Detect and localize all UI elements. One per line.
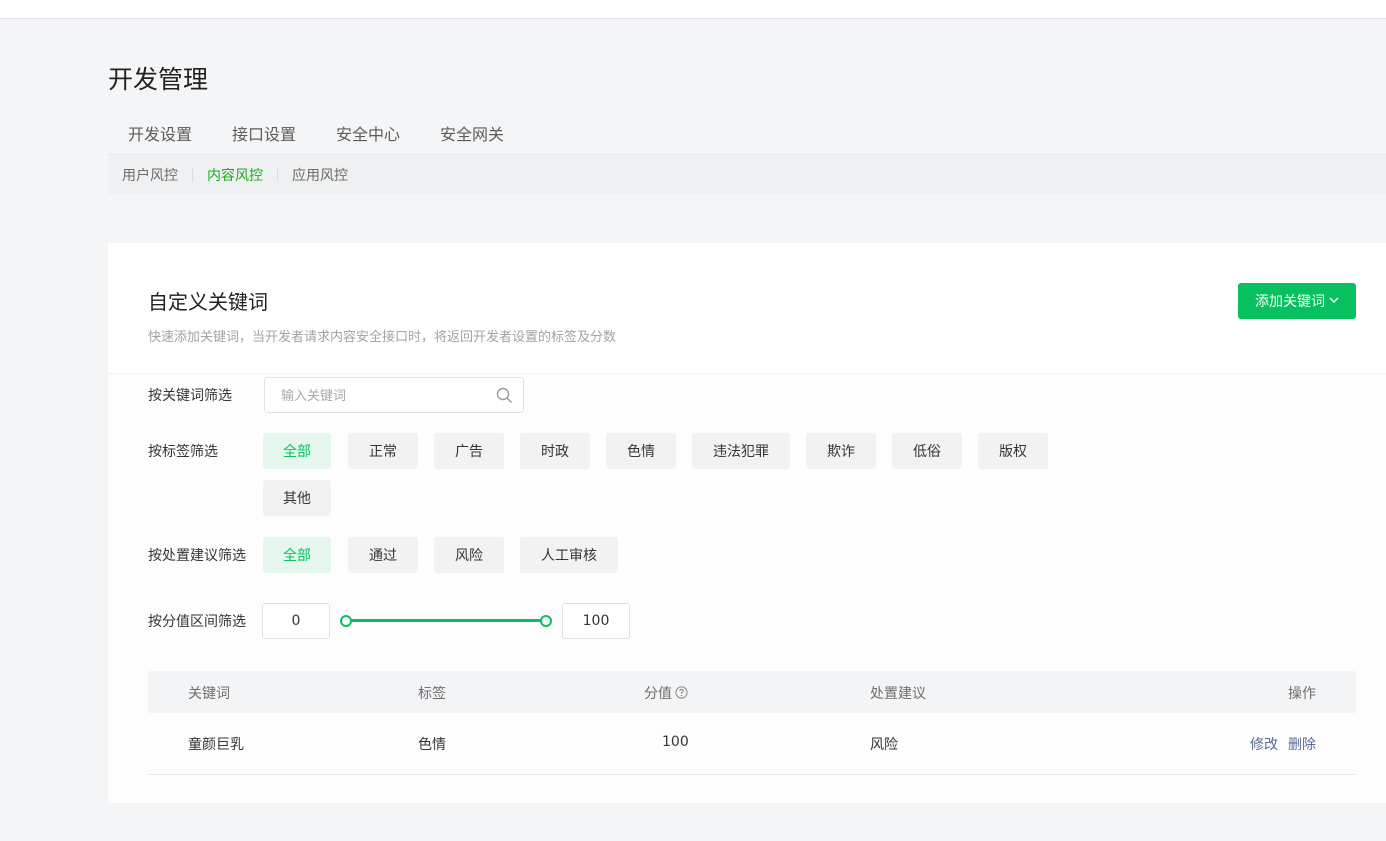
tag-option-copyright[interactable]: 版权 [978, 433, 1048, 469]
subtab-user-risk[interactable]: 用户风控 [122, 165, 178, 185]
keyword-search-input[interactable] [281, 387, 481, 405]
table-header: 关键词 标签 分值 处置建议 操作 [148, 671, 1356, 713]
table-row: 童颜巨乳 色情 100 风险 修改 删除 [148, 713, 1356, 775]
keyword-filter-label: 按关键词筛选 [148, 388, 232, 404]
main-tabs: 开发设置 接口设置 安全中心 安全网关 [108, 115, 1386, 155]
score-slider-min-handle[interactable] [340, 615, 352, 627]
subtab-divider [192, 168, 193, 182]
tag-option-porn[interactable]: 色情 [606, 433, 676, 469]
search-icon[interactable] [496, 387, 513, 404]
tag-option-politics[interactable]: 时政 [520, 433, 590, 469]
card-description: 快速添加关键词，当开发者请求内容安全接口时，将返回开发者设置的标签及分数 [148, 330, 617, 345]
keyword-card: 自定义关键词 快速添加关键词，当开发者请求内容安全接口时，将返回开发者设置的标签… [108, 243, 1386, 803]
column-tag: 标签 [418, 686, 446, 702]
score-filter-label: 按分值区间筛选 [148, 614, 246, 630]
card-header: 自定义关键词 快速添加关键词，当开发者请求内容安全接口时，将返回开发者设置的标签… [108, 243, 1386, 374]
edit-link[interactable]: 修改 [1250, 734, 1278, 754]
column-score: 分值 [644, 683, 688, 703]
suggestion-option-pass[interactable]: 通过 [348, 537, 418, 573]
tag-option-all[interactable]: 全部 [263, 433, 331, 469]
subtab-divider [277, 168, 278, 182]
tag-option-normal[interactable]: 正常 [348, 433, 418, 469]
score-min-input[interactable]: 0 [262, 603, 330, 639]
tag-option-other[interactable]: 其他 [263, 480, 331, 516]
tab-security-gateway[interactable]: 安全网关 [420, 115, 524, 154]
tag-option-fraud[interactable]: 欺诈 [806, 433, 876, 469]
suggestion-option-all[interactable]: 全部 [263, 537, 331, 573]
score-max-input[interactable]: 100 [562, 603, 630, 639]
add-keyword-button[interactable]: 添加关键词 [1238, 283, 1356, 319]
score-slider-track[interactable] [346, 619, 546, 622]
score-slider-max-handle[interactable] [540, 615, 552, 627]
chevron-down-icon [1329, 294, 1339, 307]
column-score-label: 分值 [644, 686, 672, 702]
tab-security-center[interactable]: 安全中心 [316, 115, 420, 154]
tag-option-illegal[interactable]: 违法犯罪 [692, 433, 790, 469]
tag-filter-label: 按标签筛选 [148, 444, 218, 460]
add-keyword-label: 添加关键词 [1255, 294, 1325, 310]
subtab-app-risk[interactable]: 应用风控 [292, 165, 348, 185]
page-title: 开发管理 [108, 65, 209, 94]
card-title: 自定义关键词 [148, 290, 268, 314]
column-suggestion: 处置建议 [870, 686, 926, 702]
suggestion-filter-label: 按处置建议筛选 [148, 548, 246, 564]
suggestion-option-manual-review[interactable]: 人工审核 [520, 537, 618, 573]
column-keyword: 关键词 [188, 686, 230, 702]
suggestion-option-risk[interactable]: 风险 [434, 537, 504, 573]
cell-suggestion: 风险 [870, 737, 898, 753]
keyword-search-box[interactable] [264, 377, 524, 413]
cell-tag: 色情 [418, 737, 446, 753]
tag-option-vulgar[interactable]: 低俗 [892, 433, 962, 469]
tab-api-settings[interactable]: 接口设置 [212, 115, 316, 154]
cell-keyword: 童颜巨乳 [188, 737, 244, 753]
subtab-content-risk[interactable]: 内容风控 [207, 165, 263, 185]
tab-dev-settings[interactable]: 开发设置 [108, 115, 212, 154]
sub-tabs: 用户风控 内容风控 应用风控 [108, 156, 1386, 194]
help-circle-icon[interactable] [675, 686, 688, 699]
top-bar [0, 0, 1386, 19]
cell-score: 100 [662, 734, 689, 750]
tag-option-ads[interactable]: 广告 [434, 433, 504, 469]
delete-link[interactable]: 删除 [1288, 734, 1316, 754]
column-actions: 操作 [1288, 686, 1316, 702]
